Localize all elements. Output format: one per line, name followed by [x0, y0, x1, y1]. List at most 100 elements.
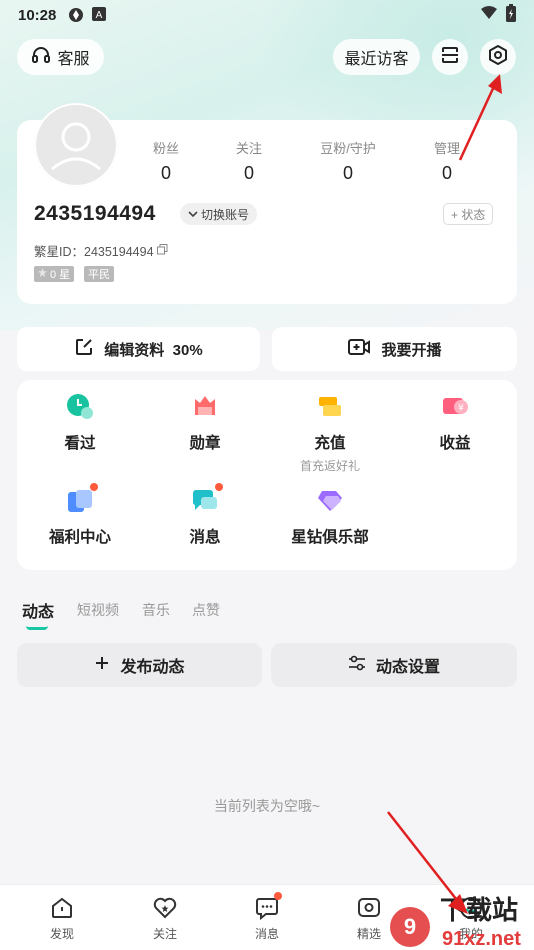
grid-label: 收益 [439, 435, 471, 452]
nav-label: 消息 [254, 927, 279, 941]
grid-label: 充值 [314, 435, 346, 452]
recent-visitors-button[interactable]: 最近访客 [333, 39, 420, 75]
tab-likes[interactable]: 点赞 [192, 600, 220, 620]
settings-button[interactable] [480, 39, 516, 75]
stat-label: 粉丝 [152, 141, 179, 156]
sliders-icon [348, 655, 366, 676]
copy-icon[interactable] [156, 243, 168, 258]
watermark-title: 下载站 [440, 896, 518, 926]
stat-value: 0 [342, 163, 353, 183]
grid-label: 消息 [189, 529, 221, 546]
tab-short-videos[interactable]: 短视频 [77, 600, 119, 620]
stat-fans[interactable]: 粉丝 0 [126, 138, 206, 184]
grid-label: 星钻俱乐部 [291, 529, 369, 546]
grid-item-history[interactable]: 看过 [20, 393, 140, 453]
start-live-label: 我要开播 [381, 341, 442, 359]
switch-account-button[interactable]: 切换账号 [180, 203, 258, 225]
grid-label: 勋章 [189, 435, 221, 452]
tab-music[interactable]: 音乐 [142, 600, 170, 620]
star-badge: 0 星 [34, 266, 75, 282]
grid-item-diamond-club[interactable]: 星钻俱乐部 [270, 487, 390, 547]
clock-icon [66, 393, 94, 421]
customer-service-label: 客服 [57, 51, 90, 68]
battery-icon [506, 4, 516, 26]
chevron-down-icon [188, 207, 198, 221]
tab-moments[interactable]: 动态 [22, 598, 54, 622]
edit-profile-label: 编辑资料 [104, 341, 165, 359]
nav-label: 发现 [49, 927, 74, 941]
featured-icon [356, 895, 382, 921]
switch-account-label: 切换账号 [201, 207, 250, 222]
watermark-domain: 91xz.net [442, 928, 521, 950]
scan-button[interactable] [432, 39, 468, 75]
active-tab-indicator [26, 626, 48, 630]
site-watermark: 9 下载站 91xz.net [390, 896, 521, 950]
status-bar: 10:28 A [0, 0, 534, 30]
customer-service-button[interactable]: 客服 [17, 39, 104, 75]
scan-icon [440, 45, 460, 70]
app-notification-icon: A [92, 7, 108, 23]
diamond-icon [316, 487, 344, 515]
home-icon [49, 895, 75, 921]
add-status-button[interactable]: + 状态 [443, 203, 494, 225]
svg-text:A: A [96, 10, 103, 21]
plus-icon [94, 655, 110, 676]
publish-moment-label: 发布动态 [120, 659, 185, 676]
publish-moment-button[interactable]: 发布动态 [17, 643, 262, 687]
edit-profile-button[interactable]: 编辑资料 30% [17, 327, 260, 371]
add-status-label: + 状态 [451, 207, 486, 222]
level-badge-text: 平民 [88, 269, 110, 281]
grid-item-welfare[interactable]: 福利中心 [20, 483, 140, 547]
recharge-promo: 首充返好礼 [299, 459, 360, 473]
notification-dot [215, 483, 223, 491]
svg-text:9: 9 [404, 914, 416, 939]
settings-hexagon-icon [487, 44, 509, 71]
heart-icon [152, 895, 178, 921]
stat-value: 0 [160, 163, 171, 183]
recent-visitors-label: 最近访客 [344, 51, 409, 68]
moment-settings-label: 动态设置 [375, 659, 440, 676]
nav-messages[interactable]: 消息 [237, 892, 297, 942]
stat-guardians[interactable]: 豆粉/守护 0 [308, 138, 388, 184]
wifi-icon [480, 6, 498, 24]
profile-completion: 30% [172, 341, 203, 359]
xingid-text: 繁星ID：2435194494 [34, 245, 154, 259]
nav-following[interactable]: 关注 [135, 895, 195, 942]
medal-icon [191, 393, 219, 421]
star-badge-text: 0 星 [50, 269, 71, 281]
edit-icon [74, 337, 94, 361]
video-camera-icon [347, 337, 371, 361]
stat-admin[interactable]: 管理 0 [407, 138, 487, 184]
stat-following[interactable]: 关注 0 [209, 138, 289, 184]
stat-value: 0 [441, 163, 452, 183]
moment-settings-button[interactable]: 动态设置 [271, 643, 517, 687]
grid-label: 福利中心 [48, 529, 111, 546]
headphones-icon [31, 45, 51, 70]
start-live-button[interactable]: 我要开播 [272, 327, 517, 371]
notification-dot [90, 483, 98, 491]
default-avatar-icon [34, 103, 118, 187]
stat-label: 管理 [433, 141, 460, 156]
message-icon [254, 892, 282, 921]
svg-text:¥: ¥ [458, 404, 464, 414]
wallet-icon: ¥ [441, 393, 469, 421]
stat-value: 0 [243, 163, 254, 183]
vpn-icon [68, 7, 84, 23]
grid-item-medals[interactable]: 勋章 [145, 393, 265, 453]
stat-label: 豆粉/守护 [320, 141, 376, 156]
user-id: 2435194494 [34, 202, 156, 225]
grid-item-messages[interactable]: 消息 [145, 483, 265, 547]
stat-label: 关注 [235, 141, 262, 156]
nav-discover[interactable]: 发现 [32, 895, 92, 942]
nav-label: 关注 [152, 927, 177, 941]
grid-item-recharge[interactable]: 充值 首充返好礼 [270, 393, 390, 474]
xingid-row[interactable]: 繁星ID：2435194494 [34, 241, 168, 260]
level-badge: 平民 [84, 266, 114, 282]
welfare-icon [66, 483, 98, 515]
star-icon [38, 268, 47, 280]
coins-icon [316, 393, 344, 421]
empty-list-text: 当前列表为空哦~ [213, 798, 321, 814]
chat-icon [191, 483, 223, 515]
avatar[interactable] [34, 103, 118, 187]
grid-item-earnings[interactable]: ¥ 收益 [395, 393, 515, 453]
